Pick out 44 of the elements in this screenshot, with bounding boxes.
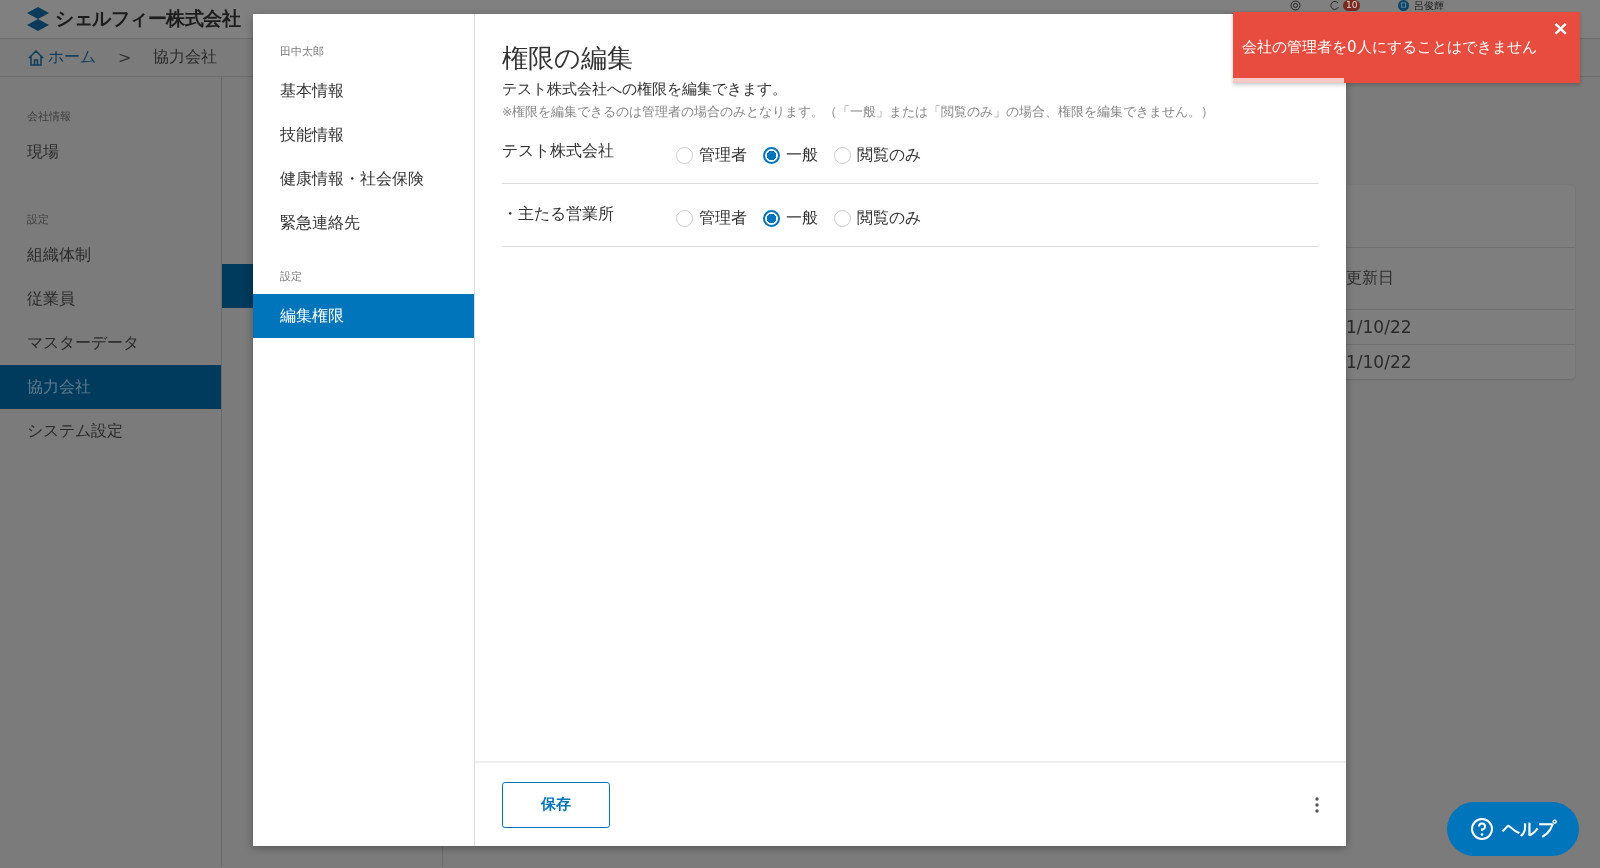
permission-radio[interactable]: 一般 [763, 145, 818, 166]
notification-badge: 10 [1343, 0, 1361, 11]
permission-radio[interactable]: 管理者 [676, 208, 747, 229]
nav-item[interactable]: 健康情報・社会保険 [253, 157, 474, 201]
table-cell: 1/10/22 [1346, 317, 1412, 337]
home-icon [27, 48, 45, 67]
nav-item[interactable]: 編集権限 [253, 294, 474, 338]
company-name: シェルフィー株式会社 [55, 6, 240, 31]
permission-target: テスト株式会社 [502, 141, 615, 162]
nav-heading: 田中太郎 [279, 44, 325, 60]
nav-item[interactable]: 基本情報 [253, 69, 474, 113]
avatar-icon[interactable] [1398, 0, 1409, 11]
permission-radio[interactable]: 閲覧のみ [834, 208, 921, 229]
nav-heading: 設定 [279, 269, 303, 285]
nav-item[interactable]: 緊急連絡先 [253, 201, 474, 245]
column-header: 更新日 [1346, 268, 1394, 289]
sidebar-item[interactable]: 協力会社 [0, 365, 221, 409]
sidebar-item[interactable]: 組織体制 [0, 233, 221, 277]
permission-target: ・主たる営業所 [502, 204, 615, 225]
sidebar-item[interactable]: システム設定 [0, 409, 221, 453]
breadcrumb-separator: > [118, 48, 132, 67]
toast-message: 会社の管理者を0人にすることはできません [1242, 38, 1537, 57]
close-button[interactable]: × [1549, 16, 1572, 40]
target-icon[interactable] [1290, 0, 1301, 11]
refresh-icon[interactable] [1330, 0, 1340, 11]
user-name[interactable]: 呂俊輝 [1414, 0, 1444, 11]
more-options-icon[interactable] [1315, 796, 1319, 813]
sidebar-item[interactable]: 現場 [0, 130, 221, 174]
breadcrumb-current: 協力会社 [153, 47, 218, 68]
save-button[interactable]: 保存 [502, 781, 610, 828]
breadcrumb-home-link[interactable]: ホーム [27, 47, 96, 68]
question-icon [1470, 817, 1494, 841]
nav-item[interactable]: 技能情報 [253, 113, 474, 157]
sidebar-item[interactable]: 従業員 [0, 277, 221, 321]
table-cell: 1/10/22 [1346, 352, 1412, 372]
permission-radio[interactable]: 管理者 [676, 145, 747, 166]
logo-icon [27, 7, 49, 31]
permission-radio[interactable]: 閲覧のみ [834, 145, 921, 166]
help-button[interactable]: ヘルプ [1447, 802, 1579, 856]
note-text: ※権限を編集できるのは管理者の場合のみとなります。（「一般」または「閲覧のみ」の場合、権限を編集できません。） [502, 104, 1215, 121]
modal-title: 権限の編集 [502, 42, 633, 75]
sidebar-item[interactable]: マスターデータ [0, 321, 221, 365]
permission-radio[interactable]: 一般 [763, 208, 818, 229]
description-text: テスト株式会社への権限を編集できます。 [502, 80, 787, 99]
